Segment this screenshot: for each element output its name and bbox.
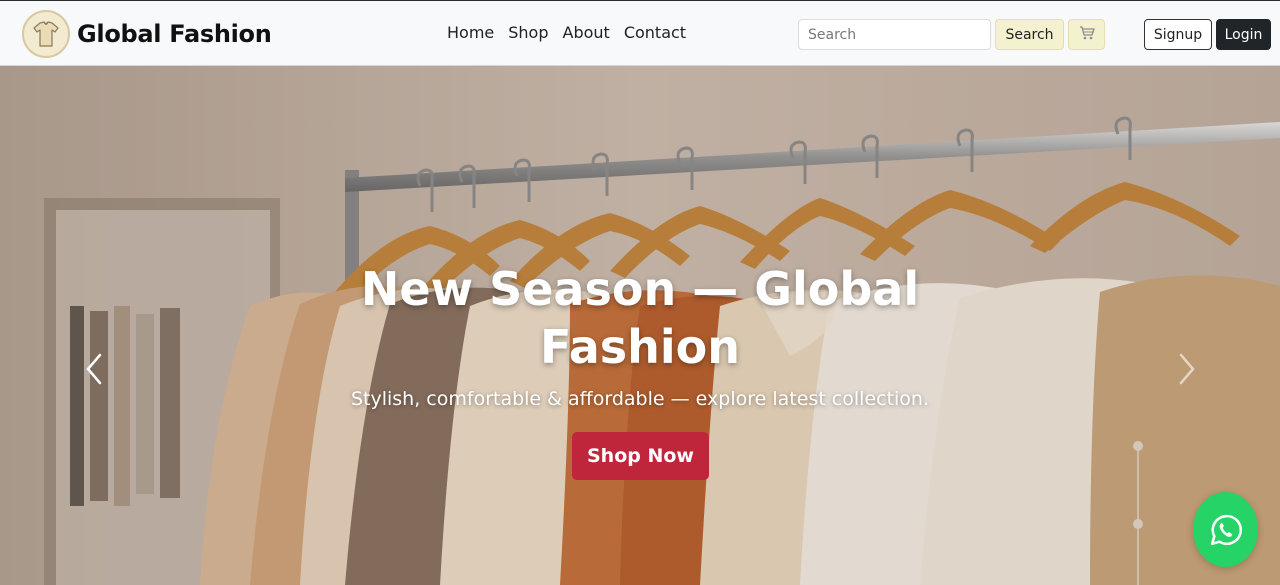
navbar: Global Fashion Home Shop About Contact S… [0,0,1280,66]
login-button[interactable]: Login [1216,19,1271,50]
chevron-right-icon [1177,353,1197,389]
hero-subtitle: Stylish, comfortable & affordable — expl… [350,388,930,410]
shop-now-button[interactable]: Shop Now [572,432,709,480]
cart-icon [1079,25,1095,44]
whatsapp-icon [1193,492,1258,567]
signup-button[interactable]: Signup [1144,19,1212,50]
chevron-left-icon [84,353,104,389]
nav-link-home[interactable]: Home [440,21,501,45]
brand-name: Global Fashion [77,20,272,48]
nav-links: Home Shop About Contact [440,21,693,45]
whatsapp-button[interactable] [1193,492,1258,567]
hero-carousel: New Season — Global Fashion Stylish, com… [0,66,1280,585]
nav-link-shop[interactable]: Shop [501,21,555,45]
hero-title: New Season — Global Fashion [360,262,920,374]
nav-link-contact[interactable]: Contact [617,21,693,45]
nav-link-about[interactable]: About [556,21,617,45]
carousel-next-button[interactable] [1167,346,1207,396]
shirt-icon [22,10,70,58]
brand-link[interactable]: Global Fashion [22,10,272,58]
search-input[interactable] [798,19,991,50]
cart-button[interactable] [1068,19,1105,50]
search-button[interactable]: Search [995,19,1064,50]
carousel-prev-button[interactable] [74,346,114,396]
